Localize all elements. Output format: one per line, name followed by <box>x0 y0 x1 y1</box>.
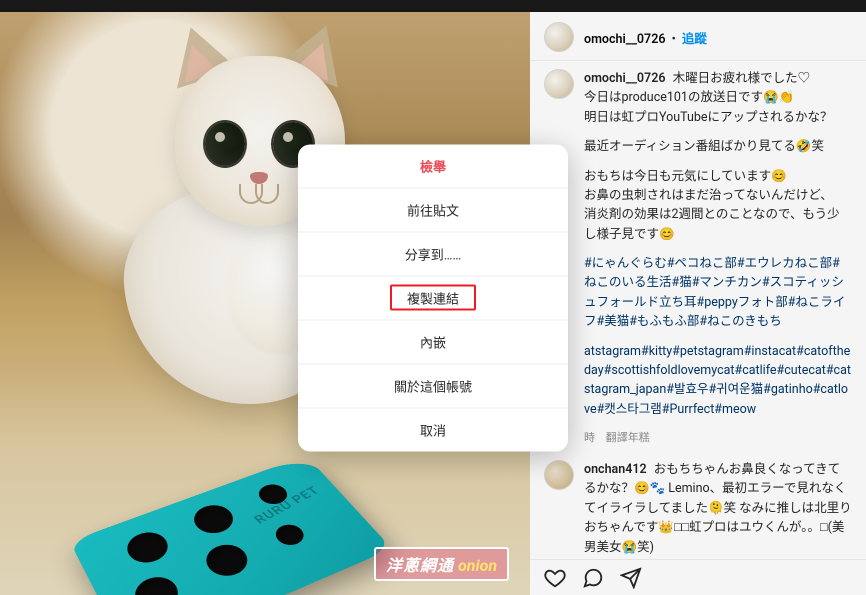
copy-link-label: 複製連結 <box>407 292 459 307</box>
caption-text: おもちは今日も元気にしています😊 <box>584 169 787 184</box>
caption-text: 消炎剤の効果は2週間とのことなので、もう少し様子見です😊 <box>584 207 840 241</box>
comment-username[interactable]: onchan412 <box>584 462 647 477</box>
watermark-badge: 洋蔥網通 onion <box>374 547 509 581</box>
window-top-bar <box>0 0 866 12</box>
post-info-panel: omochi__0726 • 追蹤 omochi__0726 木曜日お疲れ様でし… <box>530 12 866 595</box>
post-header: omochi__0726 • 追蹤 <box>530 12 866 61</box>
caption-hashtags[interactable]: atstagram#kitty#petstagram#instacat#cato… <box>584 342 852 420</box>
caption-text: 今日はproduce101の放送日です😭👏 <box>584 90 794 105</box>
like-icon[interactable] <box>544 567 566 589</box>
separator-dot: • <box>672 32 676 47</box>
avatar[interactable] <box>544 460 574 490</box>
post-options-dialog: 檢舉 前往貼文 分享到…… 複製連結 內嵌 關於這個帳號 取消 <box>298 144 568 451</box>
post-time: 時 <box>584 431 595 444</box>
post-author-username[interactable]: omochi__0726 <box>584 32 665 47</box>
about-account-item[interactable]: 關於這個帳號 <box>298 364 568 408</box>
avatar[interactable] <box>544 22 574 52</box>
post-author-username[interactable]: omochi__0726 <box>584 71 665 86</box>
share-to-item[interactable]: 分享到…… <box>298 232 568 276</box>
post-action-bar <box>530 559 866 595</box>
caption-text: 最近オーディション番組ばかり見てる🤣笑 <box>584 137 852 156</box>
caption-text: お鼻の虫刺されはまだ治ってないんだけど、 <box>584 188 833 203</box>
goto-post-item[interactable]: 前往貼文 <box>298 188 568 232</box>
avatar[interactable] <box>544 69 574 99</box>
share-icon[interactable] <box>620 567 642 589</box>
report-item[interactable]: 檢舉 <box>298 144 568 188</box>
cancel-item[interactable]: 取消 <box>298 408 568 451</box>
embed-item[interactable]: 內嵌 <box>298 320 568 364</box>
follow-link[interactable]: 追蹤 <box>682 32 707 47</box>
caption-text: 木曜日お疲れ様でした♡ <box>673 71 811 86</box>
post-caption: omochi__0726 木曜日お疲れ様でした♡ 今日はproduce101の放… <box>544 69 852 446</box>
comment-icon[interactable] <box>582 567 604 589</box>
caption-hashtags[interactable]: #にゃんぐらむ#ペコねこ部#エウレカねこ部#ねこのいる生活#猫#マンチカン#スコ… <box>584 254 852 332</box>
translate-link[interactable]: 翻譯年糕 <box>606 431 650 444</box>
caption-text: 明日は虹プロYouTubeにアップされるかな？ <box>584 110 833 125</box>
copy-link-item[interactable]: 複製連結 <box>298 276 568 320</box>
